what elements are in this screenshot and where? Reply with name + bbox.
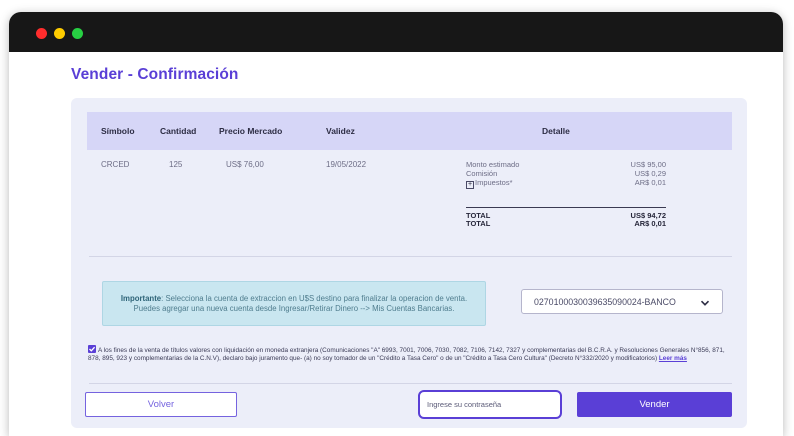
notice-text-1: : Selecciona la cuenta de extraccion en … [161, 294, 468, 303]
detail-comision: Comisión US$ 0,29 [466, 169, 666, 178]
detail-value: US$ 95,00 [630, 160, 666, 169]
minimize-window-dot[interactable] [54, 28, 65, 39]
window-titlebar [9, 12, 783, 52]
header-validez: Validez [326, 126, 355, 136]
terms-text: A los fines de la venta de títulos valor… [88, 347, 725, 363]
account-select[interactable]: 0270100030039635090024-BANCO [521, 289, 723, 314]
page-title: Vender - Confirmación [71, 66, 239, 83]
checkbox-checked-icon[interactable] [88, 345, 96, 353]
detail-label: Impuestos* [475, 178, 513, 187]
cell-cantidad: 125 [169, 160, 183, 169]
sell-button[interactable]: Vender [577, 392, 732, 417]
notice-line-1: Importante: Selecciona la cuenta de extr… [103, 294, 485, 304]
detail-value: US$ 0,29 [634, 169, 666, 178]
terms-declaration: A los fines de la venta de títulos valor… [88, 345, 736, 364]
notice-strong: Importante [120, 294, 162, 303]
password-input[interactable] [418, 390, 562, 419]
confirmation-panel: Símbolo Cantidad Precio Mercado Validez … [71, 98, 747, 428]
chevron-down-icon [700, 300, 710, 306]
header-detalle: Detalle [542, 126, 570, 136]
account-select-value: 0270100030039635090024-BANCO [534, 297, 676, 307]
detail-separator [466, 207, 666, 208]
detail-total-ars: TOTAL AR$ 0,01 [466, 219, 666, 228]
app-window: Vender - Confirmación Símbolo Cantidad P… [9, 12, 783, 436]
maximize-window-dot[interactable] [72, 28, 83, 39]
detail-label: Monto estimado [466, 160, 520, 169]
header-simbolo: Símbolo [101, 126, 135, 136]
total-value: AR$ 0,01 [634, 219, 666, 228]
footer-divider [89, 383, 732, 384]
detail-value: AR$ 0,01 [634, 178, 666, 187]
table-header: Símbolo Cantidad Precio Mercado Validez … [87, 112, 732, 150]
back-button[interactable]: Volver [85, 392, 237, 417]
plus-icon[interactable]: + [466, 181, 474, 189]
header-precio-mercado: Precio Mercado [219, 126, 283, 136]
detail-label: Comisión [466, 169, 498, 178]
notice-text-2: Puedes agregar una nueva cuenta desde In… [133, 304, 455, 313]
detail-label-wrap: + Impuestos* [466, 178, 513, 189]
close-window-dot[interactable] [36, 28, 47, 39]
detail-monto-estimado: Monto estimado US$ 95,00 [466, 160, 666, 169]
detail-impuestos: + Impuestos* AR$ 0,01 [466, 178, 666, 189]
cell-simbolo: CRCED [101, 160, 130, 169]
total-label: TOTAL [466, 219, 491, 228]
cell-validez: 19/05/2022 [326, 160, 367, 169]
important-notice: Importante: Selecciona la cuenta de extr… [102, 281, 486, 326]
read-more-link[interactable]: Leer más [659, 355, 687, 362]
cell-precio: US$ 76,00 [226, 160, 264, 169]
header-cantidad: Cantidad [160, 126, 197, 136]
section-divider [89, 256, 732, 257]
